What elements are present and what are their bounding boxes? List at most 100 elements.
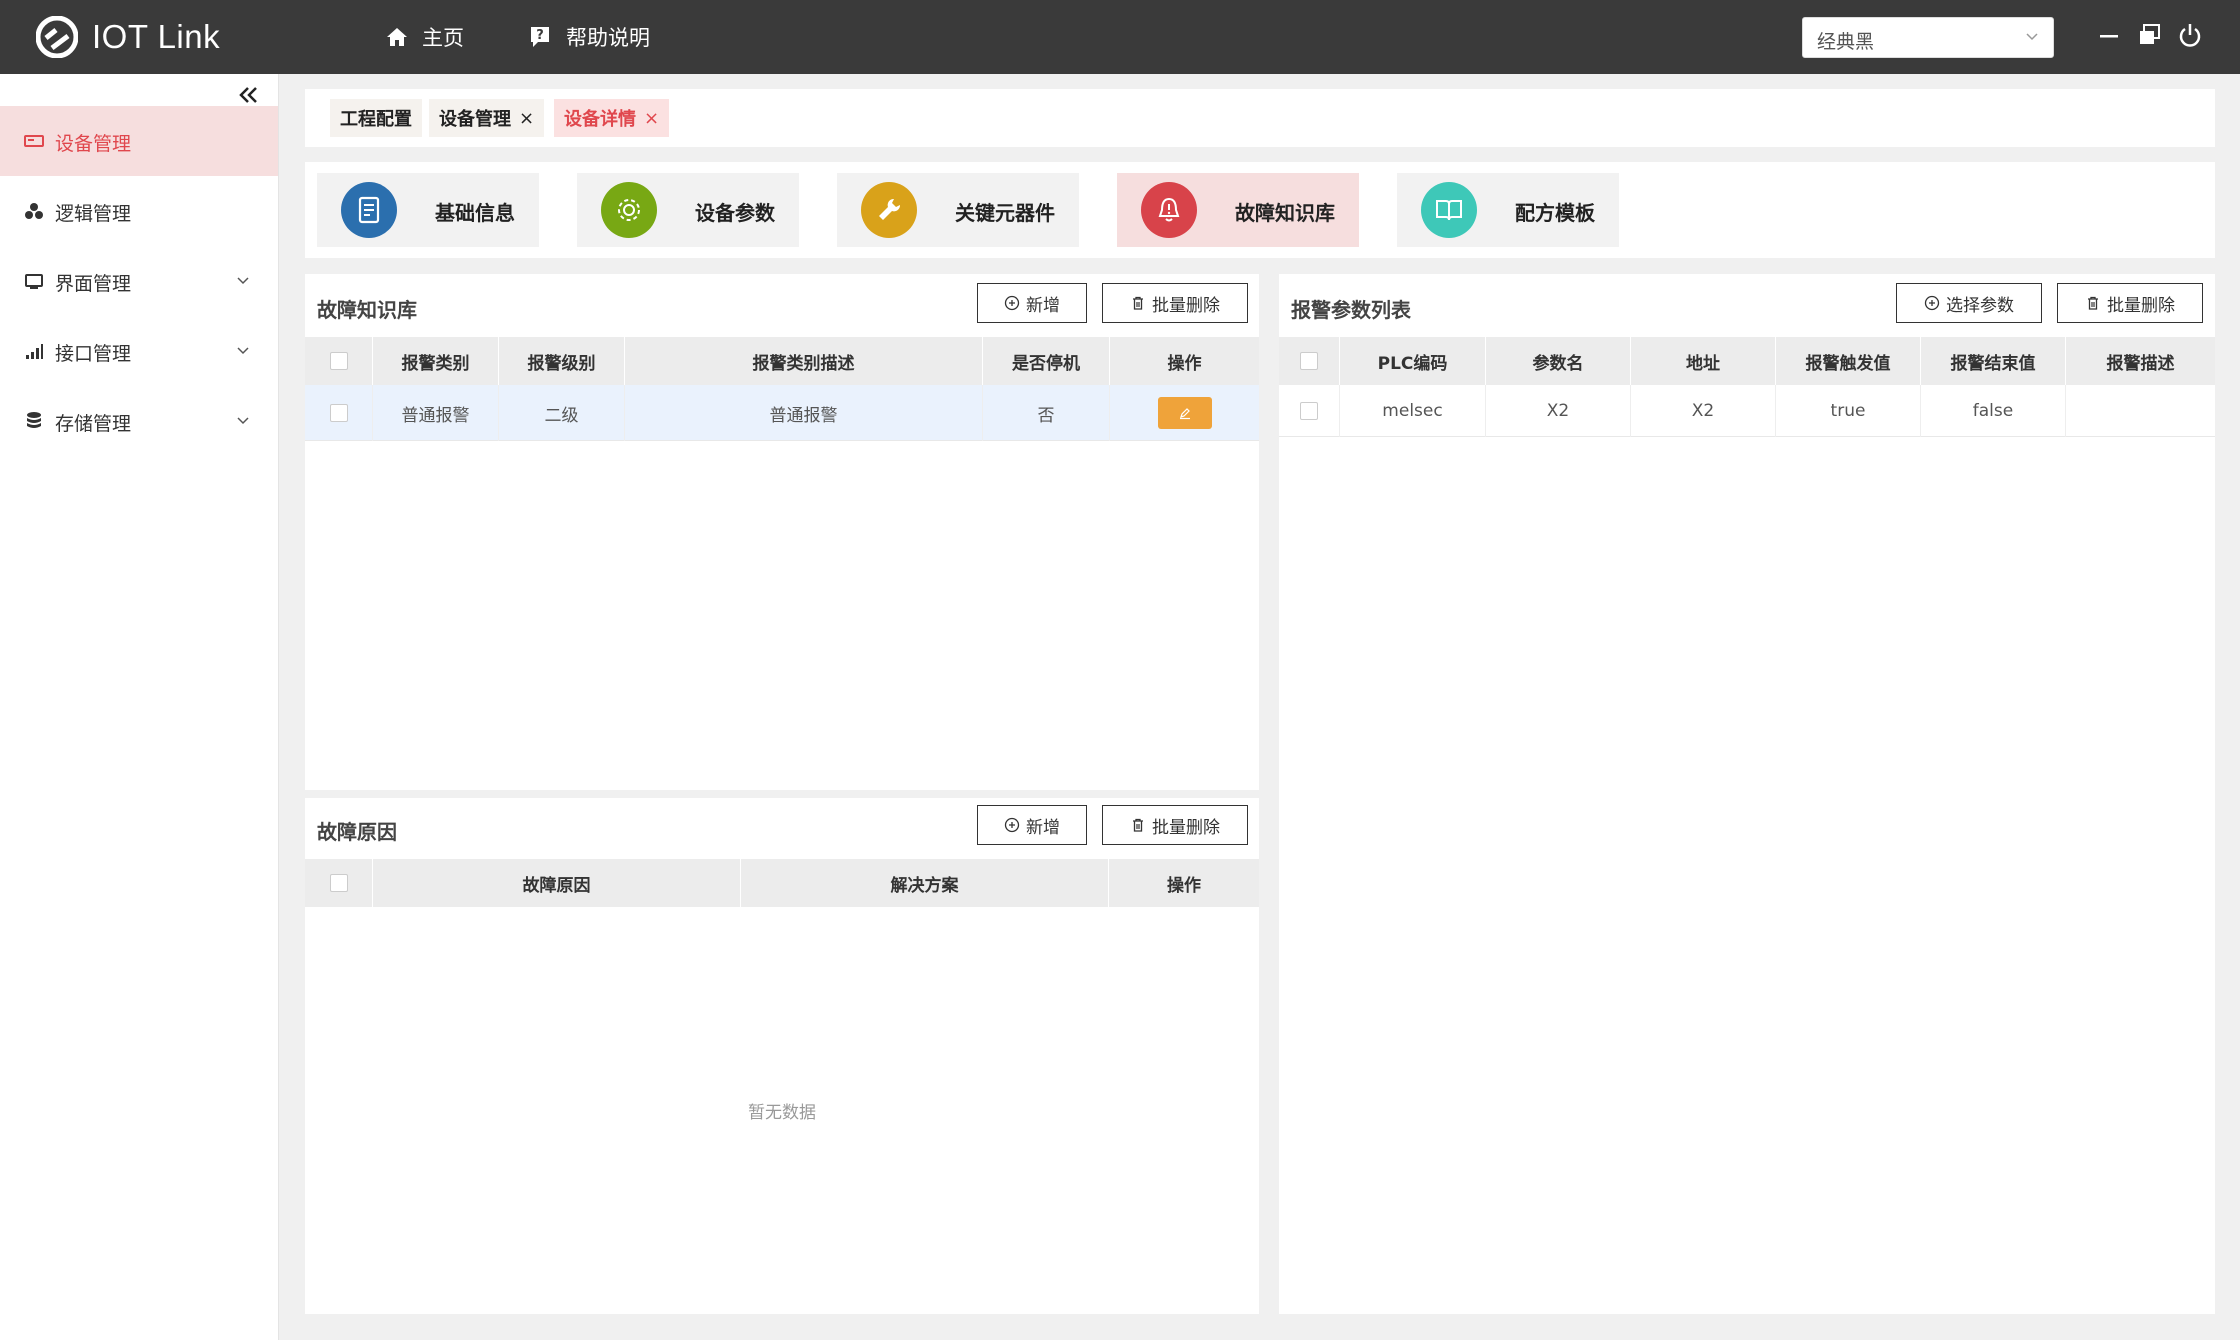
- select-all-checkbox[interactable]: [329, 874, 348, 892]
- help-icon: ?: [531, 27, 549, 47]
- nav-help-label: 帮助说明: [566, 26, 650, 50]
- module-label: 关键元器件: [955, 201, 1055, 225]
- sidebar-item-ui[interactable]: 界面管理: [0, 246, 278, 316]
- select-all-cell: [305, 859, 373, 907]
- cell-description: 普通报警: [625, 385, 983, 441]
- add-button[interactable]: 新增: [977, 283, 1087, 323]
- batch-delete-button[interactable]: 批量删除: [1102, 805, 1248, 845]
- restore-icon[interactable]: [2138, 22, 2162, 50]
- column-header: PLC编码: [1340, 337, 1486, 385]
- module-device-params[interactable]: 设备参数: [577, 173, 799, 247]
- cell-end: false: [1921, 385, 2066, 437]
- tab-project-config[interactable]: 工程配置: [330, 99, 422, 137]
- trash-icon: [2088, 296, 2098, 310]
- add-button[interactable]: 新增: [977, 805, 1087, 845]
- tab-label: 设备管理: [439, 109, 511, 130]
- minimize-icon[interactable]: [2099, 22, 2119, 50]
- trash-icon: [1133, 818, 1143, 832]
- column-header: 故障原因: [373, 859, 741, 907]
- tab-label: 工程配置: [340, 109, 412, 130]
- nav-help[interactable]: ? 帮助说明: [528, 22, 650, 52]
- document-icon: [341, 182, 397, 238]
- module-basic-info[interactable]: 基础信息: [317, 173, 539, 247]
- column-header: 操作: [1167, 875, 1201, 896]
- sidebar-item-interface[interactable]: 接口管理: [0, 316, 278, 386]
- tab-bar: 工程配置 设备管理 × 设备详情 ×: [305, 89, 2215, 147]
- app-title: IOT Link: [92, 18, 221, 55]
- module-label: 基础信息: [435, 201, 515, 225]
- svg-text:?: ?: [536, 28, 544, 43]
- trash-icon: [1133, 296, 1143, 310]
- table-row[interactable]: 普通报警 二级 普通报警 否: [305, 385, 1259, 441]
- logic-icon: [25, 203, 43, 219]
- table-row[interactable]: melsec X2 X2 true false: [1279, 385, 2215, 437]
- plus-circle-icon: [1004, 817, 1020, 833]
- power-icon[interactable]: [2178, 22, 2202, 50]
- sidebar-item-logic[interactable]: 逻辑管理: [0, 176, 278, 246]
- sidebar: 设备管理 逻辑管理 界面管理 接口管理 存储管理: [0, 74, 279, 1340]
- sidebar-item-label: 设备管理: [55, 133, 132, 155]
- module-recipe-template[interactable]: 配方模板: [1397, 173, 1619, 247]
- fault-cause-panel: 故障原因 新增 批量删除 故障原因 解决方案 操作 暂无数据: [305, 798, 1259, 1314]
- theme-select[interactable]: 经典黑: [1802, 17, 2054, 58]
- chevron-down-icon: [237, 417, 249, 425]
- logo-icon: [36, 16, 78, 58]
- edit-icon: [1179, 408, 1190, 420]
- plus-circle-icon: [1004, 295, 1020, 311]
- device-icon: [24, 135, 44, 147]
- batch-delete-button[interactable]: 批量删除: [1102, 283, 1248, 323]
- panel-title: 报警参数列表: [1291, 298, 1411, 322]
- panel-title: 故障知识库: [317, 298, 417, 322]
- column-header: 解决方案: [741, 859, 1109, 907]
- sidebar-item-label: 界面管理: [55, 273, 132, 295]
- wrench-icon: [861, 182, 917, 238]
- select-all-checkbox[interactable]: [1300, 352, 1318, 370]
- row-select-cell: [305, 385, 373, 441]
- tab-device-management[interactable]: 设备管理 ×: [429, 99, 545, 137]
- batch-delete-button[interactable]: 批量删除: [2057, 283, 2203, 323]
- module-key-components[interactable]: 关键元器件: [837, 173, 1079, 247]
- panel-title: 故障原因: [317, 820, 397, 844]
- cell-trigger: true: [1776, 385, 1921, 437]
- cell-param-name: X2: [1486, 385, 1631, 437]
- column-header: 报警级别: [499, 337, 625, 385]
- add-button-label: 新增: [1026, 817, 1060, 838]
- batch-delete-label: 批量删除: [2107, 295, 2175, 316]
- cell-level: 二级: [499, 385, 625, 441]
- table-header: PLC编码 参数名 地址 报警触发值 报警结束值 报警描述: [1279, 337, 2215, 385]
- select-params-button[interactable]: 选择参数: [1896, 283, 2042, 323]
- nav-home[interactable]: 主页: [386, 22, 464, 52]
- sidebar-item-label: 逻辑管理: [55, 203, 132, 225]
- module-fault-kb[interactable]: 故障知识库: [1117, 173, 1359, 247]
- sidebar-item-label: 接口管理: [55, 343, 132, 365]
- module-label: 设备参数: [695, 201, 775, 225]
- cell-stop: 否: [983, 385, 1110, 441]
- plus-circle-icon: [1924, 295, 1940, 311]
- row-select-cell: [1279, 385, 1340, 437]
- tab-device-detail[interactable]: 设备详情 ×: [554, 99, 670, 137]
- close-icon[interactable]: ×: [644, 108, 659, 129]
- row-checkbox[interactable]: [329, 404, 348, 422]
- select-all-checkbox[interactable]: [329, 352, 348, 370]
- row-checkbox[interactable]: [1300, 402, 1318, 420]
- sidebar-item-device[interactable]: 设备管理: [0, 106, 278, 176]
- nav-home-label: 主页: [422, 26, 464, 50]
- column-header: 报警描述: [2106, 353, 2175, 374]
- cell-plc: melsec: [1340, 385, 1486, 437]
- cell-desc: [2066, 385, 2215, 437]
- close-icon[interactable]: ×: [519, 108, 534, 129]
- column-header: 操作: [1167, 353, 1202, 374]
- select-params-label: 选择参数: [1946, 295, 2014, 316]
- column-header: 报警类别描述: [625, 337, 983, 385]
- sidebar-item-storage[interactable]: 存储管理: [0, 386, 278, 456]
- column-header: 地址: [1631, 337, 1776, 385]
- batch-delete-label: 批量删除: [1152, 817, 1220, 838]
- cell-actions: [1110, 385, 1259, 441]
- chevron-down-icon: [237, 277, 249, 285]
- edit-button[interactable]: [1157, 397, 1212, 429]
- column-header: 报警触发值: [1776, 337, 1921, 385]
- table-header: 故障原因 解决方案 操作: [305, 859, 1259, 907]
- sidebar-item-label: 存储管理: [55, 413, 132, 435]
- chevron-down-icon: [2026, 33, 2038, 41]
- module-bar: 基础信息 设备参数 关键元器件 故障知识库 配方模板: [305, 162, 2215, 258]
